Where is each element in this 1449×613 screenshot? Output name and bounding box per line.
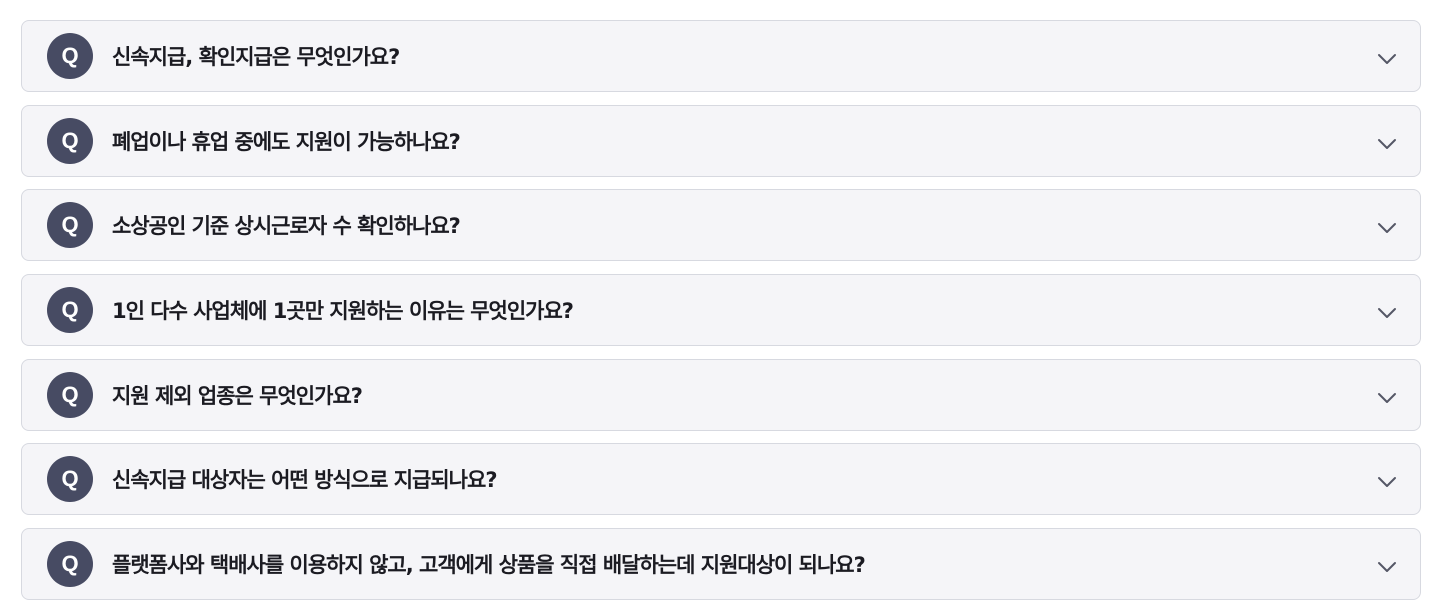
chevron-down-icon[interactable] [1376, 387, 1398, 409]
faq-question: 폐업이나 휴업 중에도 지원이 가능하나요? [112, 129, 461, 154]
faq-question: 플랫폼사와 택배사를 이용하지 않고, 고객에게 상품을 직접 배달하는데 지원… [112, 553, 866, 578]
faq-question: 1인 다수 사업체에 1곳만 지원하는 이유는 무엇인가요? [112, 299, 574, 324]
chevron-down-icon[interactable] [1376, 48, 1398, 70]
faq-item[interactable]: Q 소상공인 기준 상시근로자 수 확인하나요? [21, 189, 1421, 262]
faq-question: 신속지급 대상자는 어떤 방식으로 지급되나요? [112, 468, 498, 493]
chevron-down-icon[interactable] [1376, 556, 1398, 578]
faq-item[interactable]: Q 플랫폼사와 택배사를 이용하지 않고, 고객에게 상품을 직접 배달하는데 … [21, 528, 1421, 601]
faq-item[interactable]: Q 신속지급 대상자는 어떤 방식으로 지급되나요? [21, 443, 1421, 516]
chevron-down-icon[interactable] [1376, 133, 1398, 155]
faq-question: 지원 제외 업종은 무엇인가요? [112, 383, 363, 408]
q-badge: Q [47, 456, 93, 503]
faq-item[interactable]: Q 지원 제외 업종은 무엇인가요? [21, 358, 1421, 431]
faq-question: 소상공인 기준 상시근로자 수 확인하나요? [112, 214, 461, 239]
faq-item[interactable]: Q 신속지급, 확인지급은 무엇인가요? [21, 20, 1421, 92]
faq-list: Q 신속지급, 확인지급은 무엇인가요? Q 폐업이나 휴업 중에도 지원이 가… [21, 20, 1421, 613]
faq-question: 신속지급, 확인지급은 무엇인가요? [112, 45, 400, 69]
q-badge: Q [47, 371, 93, 418]
faq-item[interactable]: Q 폐업이나 휴업 중에도 지원이 가능하나요? [21, 104, 1421, 177]
chevron-down-icon[interactable] [1376, 471, 1398, 493]
q-badge: Q [47, 287, 93, 334]
chevron-down-icon[interactable] [1376, 217, 1398, 239]
q-badge: Q [47, 202, 93, 249]
q-badge: Q [47, 541, 93, 588]
faq-item[interactable]: Q 1인 다수 사업체에 1곳만 지원하는 이유는 무엇인가요? [21, 274, 1421, 347]
q-badge: Q [47, 33, 93, 79]
q-badge: Q [47, 117, 93, 164]
chevron-down-icon[interactable] [1376, 302, 1398, 324]
